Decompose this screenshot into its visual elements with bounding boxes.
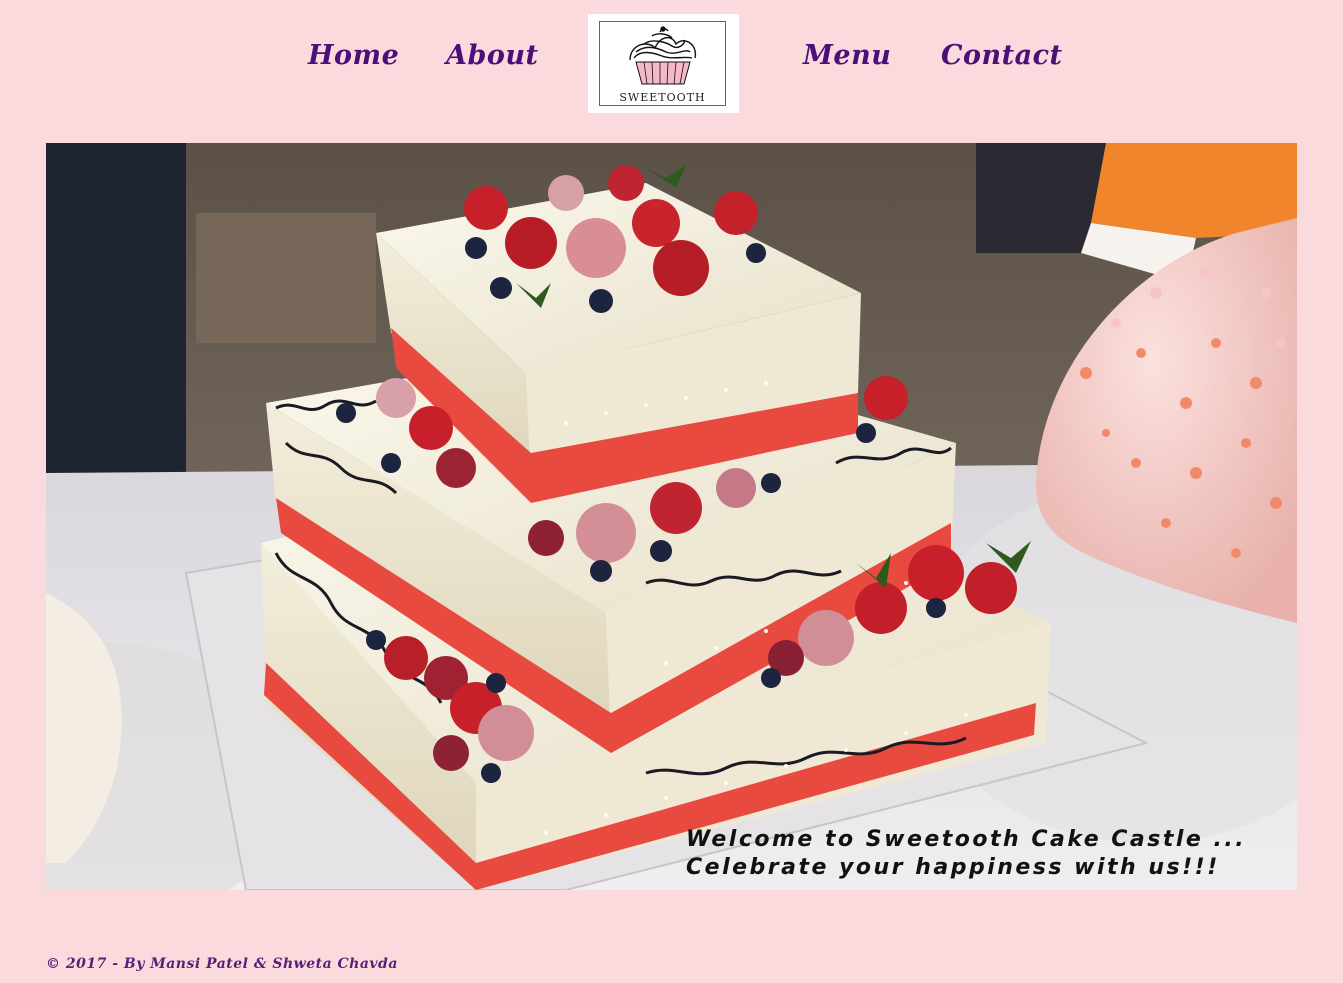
- logo-frame: SWEETOOTH: [599, 21, 726, 106]
- hero-caption: Welcome to Sweetooth Cake Castle ... Cel…: [686, 826, 1286, 882]
- page: Home About SWEETOOTH Menu Contact Welcom…: [0, 0, 1343, 983]
- nav-about-link[interactable]: About: [446, 40, 538, 71]
- logo-wordmark: SWEETOOTH: [619, 91, 706, 104]
- nav-home-link[interactable]: Home: [308, 40, 399, 71]
- site-logo[interactable]: SWEETOOTH: [588, 14, 739, 113]
- nav-contact-link[interactable]: Contact: [941, 40, 1063, 71]
- nav-menu-link[interactable]: Menu: [803, 40, 891, 71]
- tiered-cake-photo: [46, 143, 1297, 890]
- footer-copyright: © 2017 - By Mansi Patel & Shweta Chavda: [46, 956, 398, 972]
- hero-caption-line1: Welcome to Sweetooth Cake Castle ...: [686, 827, 1247, 852]
- hero-caption-line2: Celebrate your happiness with us!!!: [686, 855, 1220, 880]
- hero-banner: Welcome to Sweetooth Cake Castle ... Cel…: [46, 143, 1297, 890]
